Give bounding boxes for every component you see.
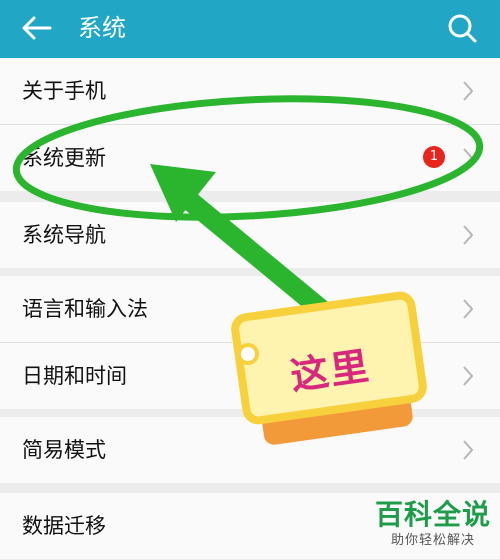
- row-label: 系统更新: [22, 146, 106, 170]
- row-label: 简易模式: [22, 438, 106, 462]
- page-title: 系统: [78, 14, 126, 42]
- settings-row-system-navigation[interactable]: 系统导航: [0, 202, 500, 268]
- back-button[interactable]: [18, 10, 58, 46]
- annotation-tag-text: 这里: [287, 343, 374, 399]
- chevron-right-icon: [463, 366, 474, 386]
- settings-row-system-update[interactable]: 系统更新 1: [0, 125, 500, 191]
- row-label: 数据迁移: [22, 514, 106, 538]
- chevron-right-icon: [463, 81, 474, 101]
- settings-group-1: 关于手机 系统更新 1: [0, 58, 500, 191]
- row-label: 语言和输入法: [22, 297, 148, 321]
- watermark-subtitle: 助你轻松解决: [390, 533, 475, 548]
- settings-row-language-input[interactable]: 语言和输入法: [0, 276, 500, 343]
- settings-row-about-phone[interactable]: 关于手机: [0, 58, 500, 125]
- settings-group-3: 语言和输入法 日期和时间: [0, 276, 500, 409]
- row-label: 系统导航: [22, 223, 106, 247]
- app-header: 系统: [0, 0, 500, 58]
- update-count-badge: 1: [423, 146, 445, 168]
- settings-group-4: 简易模式: [0, 417, 500, 483]
- row-label: 日期和时间: [22, 364, 127, 388]
- watermark: 百科全说 助你轻松解决: [366, 498, 500, 550]
- search-button[interactable]: [444, 10, 480, 46]
- settings-row-simple-mode[interactable]: 简易模式: [0, 417, 500, 483]
- row-label: 关于手机: [22, 79, 106, 103]
- chevron-right-icon: [463, 148, 474, 168]
- settings-group-2: 系统导航: [0, 202, 500, 268]
- search-icon: [448, 14, 477, 43]
- arrow-left-icon: [22, 16, 52, 40]
- settings-row-date-time[interactable]: 日期和时间: [0, 343, 500, 409]
- watermark-title: 百科全说: [374, 498, 491, 531]
- chevron-right-icon: [463, 440, 474, 460]
- chevron-right-icon: [463, 225, 474, 245]
- chevron-right-icon: [463, 299, 474, 319]
